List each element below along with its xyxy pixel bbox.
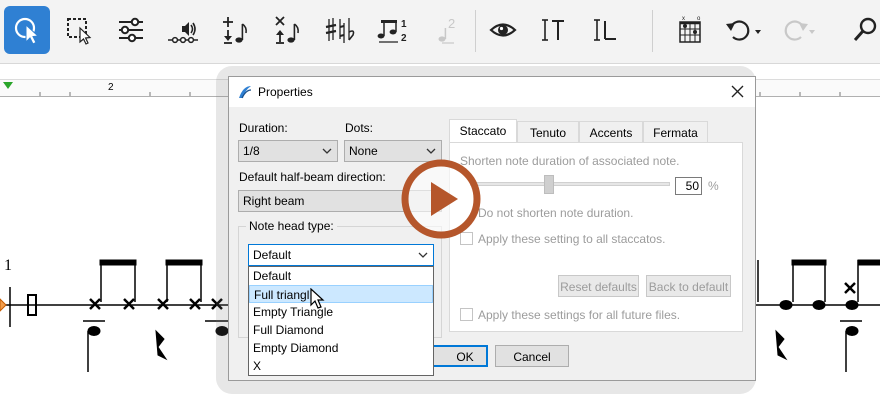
toolbar-separator bbox=[652, 10, 653, 52]
dropdown-option[interactable]: Full Diamond bbox=[249, 321, 433, 339]
view-tool-button[interactable] bbox=[480, 6, 526, 54]
notehead-select[interactable]: Default bbox=[248, 244, 434, 266]
remove-note-icon bbox=[275, 16, 299, 44]
mouse-pointer-icon bbox=[310, 288, 325, 309]
chevron-down-icon bbox=[322, 148, 332, 154]
cancel-button[interactable]: Cancel bbox=[495, 345, 569, 367]
tab-label: Tenuto bbox=[529, 126, 567, 140]
accidentals-icon bbox=[325, 18, 355, 43]
quarter-rest bbox=[775, 329, 788, 361]
voice-two-icon: 2 bbox=[438, 16, 455, 44]
lyrics-icon bbox=[594, 19, 616, 41]
svg-text:2: 2 bbox=[448, 16, 455, 31]
beamed-note-group bbox=[83, 259, 137, 372]
notehead-group-label: Note head type: bbox=[246, 219, 337, 233]
delete-note-tool-button[interactable] bbox=[264, 6, 310, 54]
playback-cursor-marker bbox=[0, 298, 7, 312]
svg-text:2: 2 bbox=[401, 33, 407, 44]
reset-defaults-button[interactable]: Reset defaults bbox=[558, 275, 639, 297]
percent-label: % bbox=[708, 179, 719, 193]
voice2-tool-button[interactable]: 2 bbox=[424, 6, 470, 54]
svg-text:x: x bbox=[682, 16, 685, 22]
app-logo-icon bbox=[239, 86, 252, 99]
dots-label: Dots: bbox=[345, 121, 374, 135]
shorten-slider-thumb[interactable] bbox=[544, 175, 554, 194]
tab-label: Accents bbox=[589, 126, 633, 140]
tab-fermata[interactable]: Fermata bbox=[643, 121, 708, 143]
select-tool-button[interactable] bbox=[4, 6, 50, 54]
svg-text:o: o bbox=[697, 16, 701, 22]
chord-diagram-tool-button[interactable]: x o bbox=[667, 6, 713, 54]
speaker-icon bbox=[168, 22, 198, 44]
play-video-icon[interactable] bbox=[400, 158, 482, 240]
highlighted-option-text: Full triangl bbox=[254, 288, 310, 302]
text-tool-button[interactable] bbox=[530, 6, 576, 54]
text-cursor-icon bbox=[542, 19, 564, 41]
quarter-rest bbox=[155, 329, 168, 361]
dropdown-option[interactable]: Empty Triangle bbox=[249, 303, 433, 321]
dialog-title: Properties bbox=[258, 85, 313, 99]
lyrics-tool-button[interactable] bbox=[582, 6, 628, 54]
dropdown-option[interactable]: X bbox=[249, 357, 433, 375]
search-icon bbox=[853, 17, 877, 41]
shorten-value-input[interactable]: 50 bbox=[675, 177, 702, 195]
tab-label: Fermata bbox=[653, 126, 698, 140]
duration-label: Duration: bbox=[239, 121, 288, 135]
tab-tenuto[interactable]: Tenuto bbox=[517, 121, 579, 143]
search-button[interactable] bbox=[842, 6, 880, 54]
tab-label: Staccato bbox=[459, 124, 507, 138]
ruler-marker-label: 2 bbox=[108, 82, 114, 93]
chevron-down-icon bbox=[426, 148, 436, 154]
chevron-down-icon bbox=[418, 252, 428, 258]
notehead-dropdown-list: Default Full triangl Empty Triangle Full… bbox=[248, 266, 434, 376]
undo-icon bbox=[726, 20, 761, 41]
mixer-tool-button[interactable] bbox=[108, 6, 154, 54]
playback-tool-button[interactable] bbox=[160, 6, 206, 54]
close-icon[interactable] bbox=[729, 83, 747, 101]
eye-icon bbox=[489, 23, 517, 37]
app-window: 1 2 2 x o 2 1 Properties Duration: 1/8 D… bbox=[0, 0, 880, 396]
shorten-slider-track[interactable] bbox=[470, 182, 670, 186]
tuplet-tool-button[interactable]: 1 2 bbox=[370, 6, 416, 54]
dropdown-option[interactable]: Empty Diamond bbox=[249, 339, 433, 357]
halfbeam-label: Default half-beam direction: bbox=[239, 170, 386, 184]
back-to-default-button[interactable]: Back to default bbox=[646, 275, 731, 297]
notehead-value: Default bbox=[253, 248, 292, 262]
redo-icon bbox=[784, 20, 815, 41]
dialog-titlebar[interactable]: Properties bbox=[229, 77, 755, 107]
apply-future-label: Apply these settings for all future file… bbox=[478, 308, 681, 322]
select-cursor-icon bbox=[14, 17, 40, 45]
duration-select[interactable]: 1/8 bbox=[238, 140, 338, 162]
apply-future-checkbox[interactable] bbox=[460, 308, 473, 321]
chord-grid-icon: x o bbox=[679, 16, 701, 43]
svg-text:1: 1 bbox=[401, 19, 407, 30]
add-note-icon bbox=[223, 17, 247, 44]
duration-value: 1/8 bbox=[243, 144, 260, 158]
beamed-note-group bbox=[757, 259, 880, 372]
rectangle-select-icon bbox=[67, 18, 92, 45]
main-toolbar: 1 2 2 x o bbox=[0, 0, 880, 64]
apply-all-label: Apply these setting to all staccatos. bbox=[478, 232, 666, 246]
undo-button[interactable] bbox=[718, 6, 764, 54]
accidentals-tool-button[interactable] bbox=[316, 6, 362, 54]
sliders-icon bbox=[119, 17, 143, 43]
tab-staccato[interactable]: Staccato bbox=[449, 119, 517, 143]
halfbeam-value: Right beam bbox=[243, 194, 305, 208]
redo-button[interactable] bbox=[772, 6, 818, 54]
rect-select-tool-button[interactable] bbox=[56, 6, 102, 54]
toolbar-separator bbox=[475, 10, 476, 52]
tab-accents[interactable]: Accents bbox=[579, 121, 643, 143]
dropdown-option[interactable]: Default bbox=[249, 267, 433, 285]
dropdown-option-highlighted[interactable]: Full triangl bbox=[249, 285, 433, 303]
shorten-label: Shorten note duration of associated note… bbox=[460, 154, 680, 168]
dots-value: None bbox=[349, 144, 378, 158]
add-note-tool-button[interactable] bbox=[212, 6, 258, 54]
no-shorten-label: Do not shorten note duration. bbox=[478, 206, 634, 220]
tuplet-icon: 1 2 bbox=[377, 19, 407, 44]
